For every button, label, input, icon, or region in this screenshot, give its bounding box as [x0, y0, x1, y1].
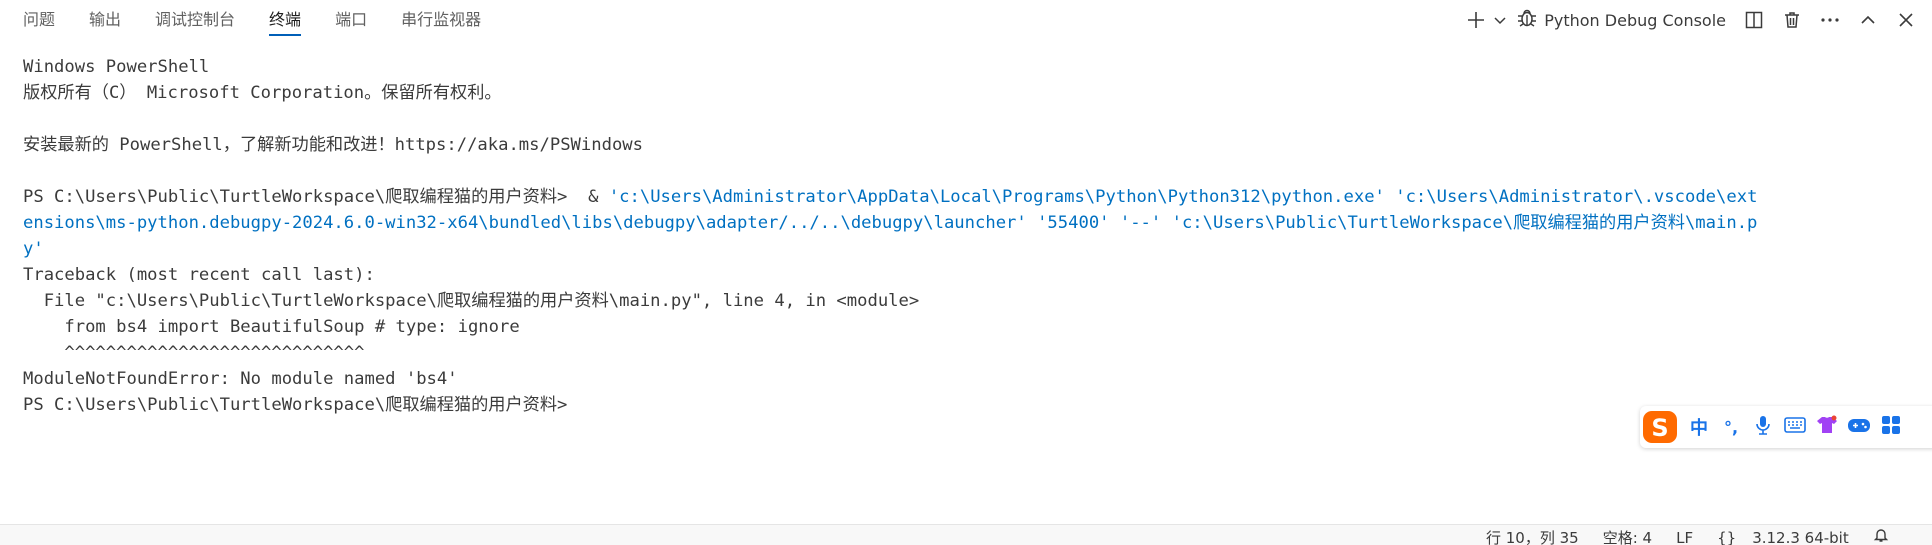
terminal-prompt-line: PS C:\Users\Public\TurtleWorkspace\爬取编程猫…: [23, 184, 1757, 210]
ime-toolbar[interactable]: S 中 °,: [1640, 406, 1932, 448]
maximize-panel-button[interactable]: [1854, 6, 1882, 34]
indentation-setting[interactable]: 空格: 4: [1603, 528, 1652, 545]
terminal-name: Python Debug Console: [1544, 11, 1726, 30]
braces-icon: {}: [1717, 529, 1736, 545]
chevron-down-icon: [1493, 13, 1507, 27]
terminal-line: Windows PowerShell: [23, 54, 209, 80]
status-items: 行 10，列 35 空格: 4 LF {} 3.12.3 64-bit: [1486, 527, 1913, 545]
command-operator: &: [567, 187, 608, 207]
keyboard-icon: [1784, 416, 1806, 439]
terminal-line: 版权所有（C） Microsoft Corporation。保留所有权利。: [23, 80, 502, 106]
bug-icon: [1516, 7, 1538, 33]
input-mode-toggle[interactable]: 中: [1684, 412, 1714, 442]
punctuation-toggle[interactable]: °,: [1716, 412, 1746, 442]
close-icon: [1897, 11, 1915, 29]
terminal-prompt: PS C:\Users\Public\TurtleWorkspace\爬取编程猫…: [23, 392, 567, 418]
ellipsis-icon: [1819, 10, 1841, 30]
terminal-line: ^^^^^^^^^^^^^^^^^^^^^^^^^^^^^: [23, 340, 364, 366]
tab-problems[interactable]: 问题: [23, 0, 55, 40]
game-icon: [1847, 416, 1871, 439]
tab-serial-monitor[interactable]: 串行监视器: [401, 0, 481, 40]
game-button[interactable]: [1844, 412, 1874, 442]
status-bar: 行 10，列 35 空格: 4 LF {} 3.12.3 64-bit: [0, 524, 1932, 545]
panel-actions: Python Debug Console: [1452, 0, 1932, 40]
voice-input-button[interactable]: [1748, 412, 1778, 442]
panel-tabs: 问题 输出 调试控制台 终端 端口 串行监视器: [0, 0, 515, 40]
tab-debug-console[interactable]: 调试控制台: [155, 0, 235, 40]
command-text: 'c:\Users\Administrator\AppData\Local\Pr…: [609, 187, 1758, 207]
terminal-line: 安装最新的 PowerShell，了解新功能和改进！https://aka.ms…: [23, 132, 643, 158]
bell-icon: [1873, 529, 1889, 545]
new-terminal-button[interactable]: [1462, 6, 1490, 34]
split-terminal-button[interactable]: [1740, 6, 1768, 34]
terminal-line: from bs4 import BeautifulSoup # type: ig…: [23, 314, 520, 340]
python-interpreter[interactable]: 3.12.3 64-bit: [1752, 528, 1849, 545]
end-of-line-setting[interactable]: LF: [1676, 528, 1693, 545]
close-panel-button[interactable]: [1892, 6, 1920, 34]
svg-text:S: S: [1651, 414, 1668, 442]
terminal-prompt: PS C:\Users\Public\TurtleWorkspace\爬取编程猫…: [23, 187, 567, 207]
tab-output[interactable]: 输出: [89, 0, 121, 40]
trash-icon: [1782, 10, 1802, 30]
split-panel-icon: [1744, 10, 1764, 30]
plus-icon: [1466, 10, 1486, 30]
language-status[interactable]: {}: [1717, 528, 1736, 545]
terminal-line: File "c:\Users\Public\TurtleWorkspace\爬取…: [23, 288, 919, 314]
skin-button[interactable]: [1812, 412, 1842, 442]
terminal-dropdown-button[interactable]: [1492, 6, 1508, 34]
tab-terminal[interactable]: 终端: [269, 0, 301, 40]
soft-keyboard-button[interactable]: [1780, 412, 1810, 442]
command-text-wrap: ensions\ms-python.debugpy-2024.6.0-win32…: [23, 210, 1757, 236]
cursor-position[interactable]: 行 10，列 35: [1486, 528, 1579, 545]
notifications-button[interactable]: [1873, 527, 1889, 545]
more-actions-button[interactable]: [1816, 6, 1844, 34]
terminal-line: Traceback (most recent call last):: [23, 262, 375, 288]
sogou-logo-icon[interactable]: S: [1638, 406, 1682, 448]
toolbox-button[interactable]: [1876, 412, 1906, 442]
tab-ports[interactable]: 端口: [335, 0, 367, 40]
terminal-selector[interactable]: Python Debug Console: [1516, 7, 1726, 33]
skin-icon: [1816, 415, 1838, 440]
microphone-icon: [1754, 415, 1772, 440]
terminal-line: ModuleNotFoundError: No module named 'bs…: [23, 366, 458, 392]
kill-terminal-button[interactable]: [1778, 6, 1806, 34]
command-text-wrap: y': [23, 236, 44, 262]
terminal-output[interactable]: Windows PowerShell 版权所有（C） Microsoft Cor…: [0, 40, 1932, 520]
apps-icon: [1881, 415, 1901, 440]
chevron-up-icon: [1859, 11, 1877, 29]
panel-header: 问题 输出 调试控制台 终端 端口 串行监视器 Python: [0, 0, 1932, 40]
